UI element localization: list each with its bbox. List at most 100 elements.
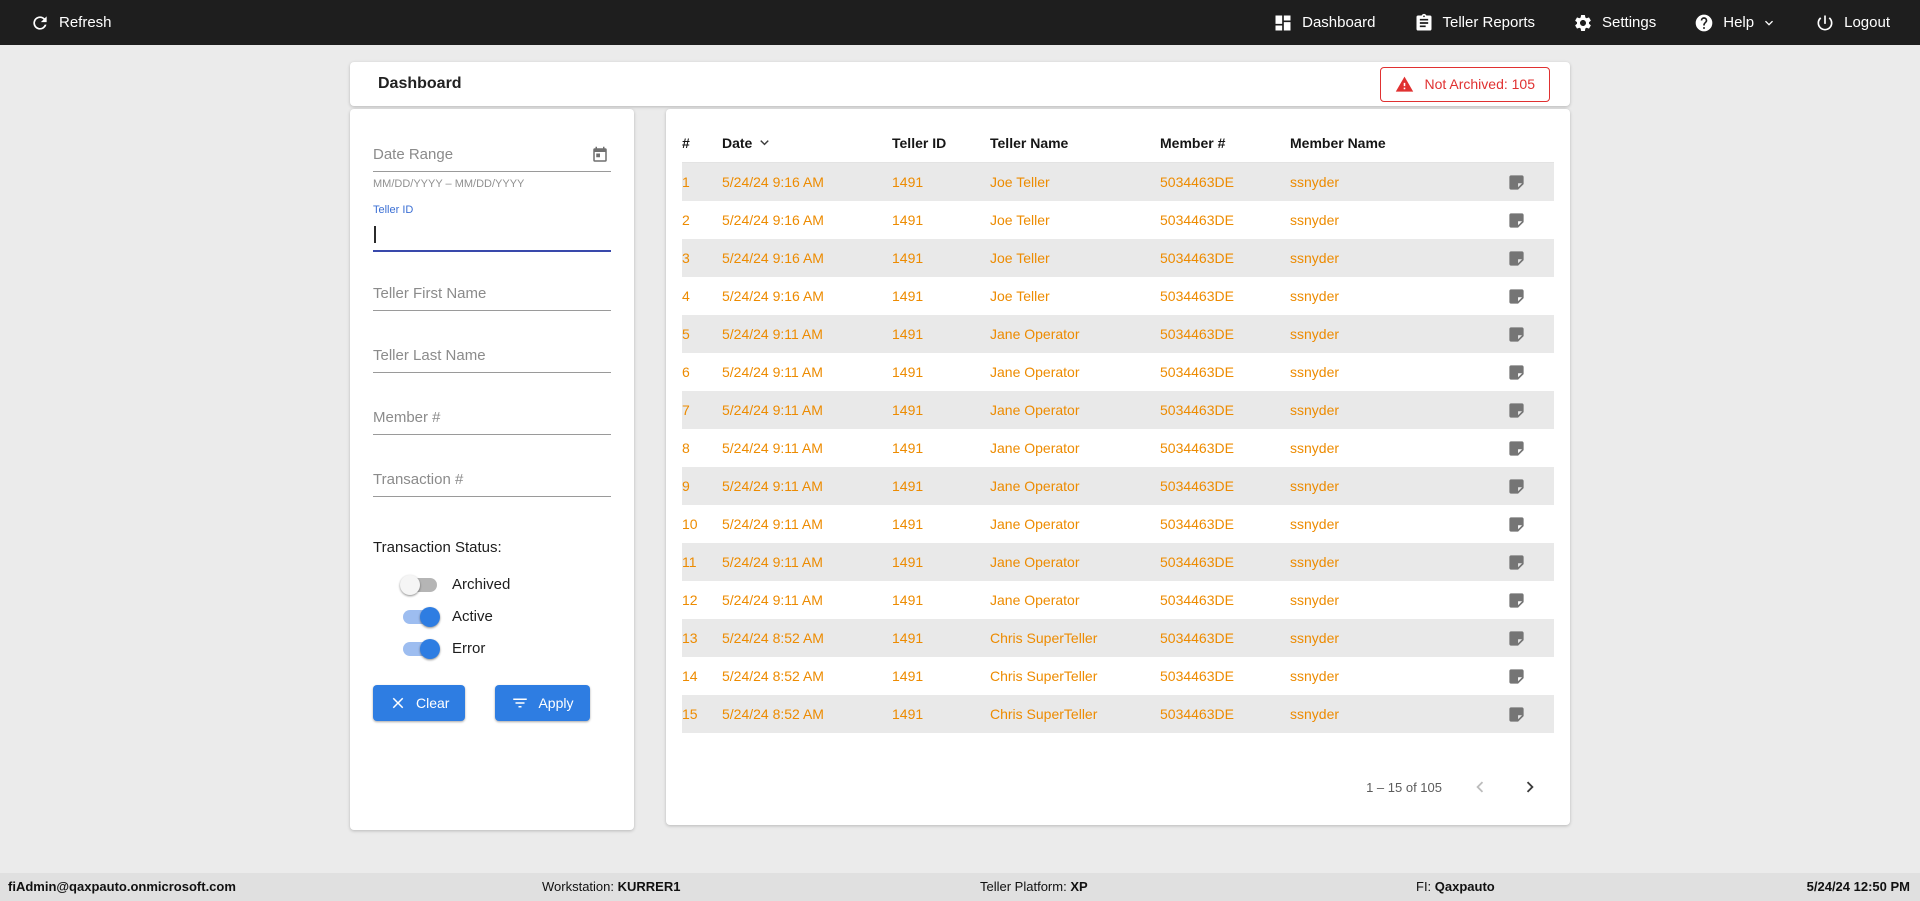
note-icon[interactable] [1507, 439, 1526, 458]
calendar-icon[interactable] [591, 146, 609, 164]
table-row[interactable]: 11 5/24/24 9:11 AM 1491 Jane Operator 50… [682, 543, 1554, 581]
nav-label: Settings [1602, 14, 1657, 31]
row-number: 13 [682, 630, 698, 646]
transaction-number-input[interactable] [373, 464, 611, 497]
table-row[interactable]: 1 5/24/24 9:16 AM 1491 Joe Teller 503446… [682, 163, 1554, 201]
nav-label: Logout [1844, 14, 1890, 31]
table-row[interactable]: 8 5/24/24 9:11 AM 1491 Jane Operator 503… [682, 429, 1554, 467]
table-row[interactable]: 12 5/24/24 9:11 AM 1491 Jane Operator 50… [682, 581, 1554, 619]
toggle-archived[interactable]: Archived [400, 574, 611, 595]
row-number: 8 [682, 440, 690, 456]
prev-page-button[interactable] [1468, 775, 1492, 799]
toggle-error[interactable]: Error [403, 638, 611, 659]
note-icon[interactable] [1507, 363, 1526, 382]
row-teller-id: 1491 [892, 630, 924, 646]
row-member-name: ssnyder [1290, 516, 1340, 532]
help-icon [1695, 14, 1713, 31]
table-row[interactable]: 3 5/24/24 9:16 AM 1491 Joe Teller 503446… [682, 239, 1554, 277]
pagination: 1 – 15 of 105 [1366, 775, 1542, 799]
table-row[interactable]: 13 5/24/24 8:52 AM 1491 Chris SuperTelle… [682, 619, 1554, 657]
workstation-info: Workstation: KURRER1 [542, 879, 681, 894]
row-teller-id: 1491 [892, 554, 924, 570]
teller-id-input[interactable] [373, 218, 611, 252]
clear-button[interactable]: Clear [373, 685, 466, 721]
note-icon[interactable] [1507, 591, 1526, 610]
note-icon[interactable] [1507, 249, 1526, 268]
row-date: 5/24/24 9:11 AM [722, 516, 823, 532]
row-number: 3 [682, 250, 690, 266]
nav-dashboard[interactable]: Dashboard [1273, 13, 1376, 33]
nav-settings[interactable]: Settings [1573, 13, 1656, 33]
next-page-button[interactable] [1518, 775, 1542, 799]
nav-help[interactable]: Help [1694, 13, 1777, 33]
apply-button[interactable]: Apply [495, 685, 590, 721]
row-teller-id: 1491 [892, 478, 924, 494]
teller-last-name-input[interactable] [373, 340, 611, 373]
row-teller-name: Joe Teller [990, 212, 1050, 228]
note-icon[interactable] [1507, 515, 1526, 534]
warning-icon [1396, 76, 1414, 92]
error-switch[interactable] [403, 638, 440, 659]
row-date: 5/24/24 8:52 AM [722, 706, 824, 722]
row-date: 5/24/24 9:11 AM [722, 554, 823, 570]
row-member-name: ssnyder [1290, 440, 1340, 456]
note-icon[interactable] [1507, 325, 1526, 344]
row-member-name: ssnyder [1290, 326, 1340, 342]
table-row[interactable]: 4 5/24/24 9:16 AM 1491 Joe Teller 503446… [682, 277, 1554, 315]
toggle-active[interactable]: Active [403, 606, 611, 627]
table-row[interactable]: 9 5/24/24 9:11 AM 1491 Jane Operator 503… [682, 467, 1554, 505]
row-number: 5 [682, 326, 690, 342]
nav-logout[interactable]: Logout [1815, 13, 1890, 33]
clipboard-report-icon [1416, 13, 1431, 31]
row-member-number: 5034463DE [1160, 592, 1234, 608]
note-icon[interactable] [1507, 287, 1526, 306]
transactions-table: # Date Teller ID Teller Name Member # Me… [666, 109, 1570, 825]
row-teller-id: 1491 [892, 326, 924, 342]
active-switch[interactable] [403, 606, 440, 627]
col-date[interactable]: Date [722, 134, 892, 151]
table-row[interactable]: 14 5/24/24 8:52 AM 1491 Chris SuperTelle… [682, 657, 1554, 695]
row-date: 5/24/24 9:16 AM [722, 288, 824, 304]
note-icon[interactable] [1507, 211, 1526, 230]
row-member-name: ssnyder [1290, 364, 1340, 380]
not-archived-badge[interactable]: Not Archived: 105 [1380, 66, 1550, 102]
row-date: 5/24/24 9:16 AM [722, 212, 824, 228]
refresh-button[interactable]: Refresh [30, 13, 112, 33]
row-date: 5/24/24 9:11 AM [722, 364, 823, 380]
note-icon[interactable] [1507, 477, 1526, 496]
row-teller-name: Jane Operator [990, 554, 1080, 570]
note-icon[interactable] [1507, 705, 1526, 724]
table-row[interactable]: 5 5/24/24 9:11 AM 1491 Jane Operator 503… [682, 315, 1554, 353]
date-range-input[interactable] [373, 139, 611, 172]
row-teller-id: 1491 [892, 250, 924, 266]
note-icon[interactable] [1507, 401, 1526, 420]
topbar-nav: Dashboard Teller Reports Settings Help L… [1273, 13, 1890, 33]
note-icon[interactable] [1507, 629, 1526, 648]
note-icon[interactable] [1507, 553, 1526, 572]
row-member-number: 5034463DE [1160, 668, 1234, 684]
chevron-down-icon [1765, 20, 1774, 26]
row-teller-id: 1491 [892, 592, 924, 608]
dashboard-icon [1275, 15, 1291, 30]
note-icon[interactable] [1507, 173, 1526, 192]
toggle-label: Error [452, 640, 486, 657]
nav-teller-reports[interactable]: Teller Reports [1414, 13, 1535, 33]
transaction-number-field [373, 464, 611, 497]
member-number-input[interactable] [373, 402, 611, 435]
nav-label: Dashboard [1302, 14, 1376, 31]
teller-first-name-input[interactable] [373, 278, 611, 311]
table-row[interactable]: 15 5/24/24 8:52 AM 1491 Chris SuperTelle… [682, 695, 1554, 733]
table-body: 1 5/24/24 9:16 AM 1491 Joe Teller 503446… [682, 163, 1554, 733]
teller-last-name-field [373, 340, 611, 373]
table-row[interactable]: 6 5/24/24 9:11 AM 1491 Jane Operator 503… [682, 353, 1554, 391]
transaction-status-label: Transaction Status: [373, 539, 502, 556]
table-row[interactable]: 10 5/24/24 9:11 AM 1491 Jane Operator 50… [682, 505, 1554, 543]
note-icon[interactable] [1507, 667, 1526, 686]
pagination-label: 1 – 15 of 105 [1366, 779, 1442, 795]
table-row[interactable]: 7 5/24/24 9:11 AM 1491 Jane Operator 503… [682, 391, 1554, 429]
switch-knob [420, 638, 440, 659]
archived-switch[interactable] [400, 574, 437, 595]
row-member-number: 5034463DE [1160, 706, 1234, 722]
filter-icon [513, 698, 528, 708]
table-row[interactable]: 2 5/24/24 9:16 AM 1491 Joe Teller 503446… [682, 201, 1554, 239]
